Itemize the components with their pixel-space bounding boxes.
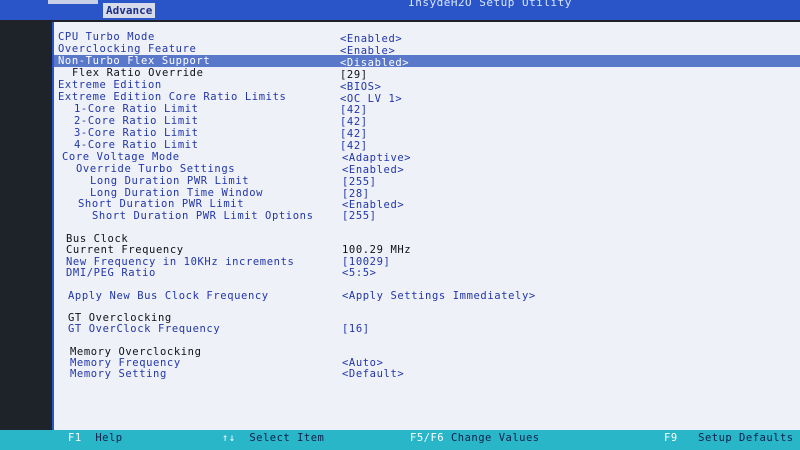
apply-new-bus-clock-label[interactable]: Apply New Bus Clock Frequency [68,290,269,302]
short-duration-pwr-limit-label[interactable]: Short Duration PWR Limit [78,198,244,210]
apply-new-bus-clock-value[interactable]: <Apply Settings Immediately> [342,290,536,302]
1-core-ratio-limit-value[interactable]: [42] [340,104,368,116]
long-duration-pwr-limit-value[interactable]: [255] [342,176,377,188]
override-turbo-settings-label[interactable]: Override Turbo Settings [76,163,235,175]
help-select-item: ↑↓ Select Item [222,432,324,444]
core-voltage-mode-value[interactable]: <Adaptive> [342,152,411,164]
select-item-label: Select Item [249,432,325,444]
tab-advance[interactable]: Advance [103,3,156,18]
extreme-edition-label[interactable]: Extreme Edition [58,79,162,91]
change-values-label: Change Values [450,432,540,444]
tab-main[interactable] [48,0,98,4]
help-f1: F1 Help [68,432,123,444]
short-duration-pwr-limit-options-label[interactable]: Short Duration PWR Limit Options [92,210,314,222]
help-bar: F1 Help ↑↓ Select Item F5/F6 Change Valu… [0,430,800,450]
flex-ratio-override-label[interactable]: Flex Ratio Override [72,67,204,79]
non-turbo-flex-support-label[interactable]: Non-Turbo Flex Support [58,55,210,67]
f9-key: F9 [664,432,678,444]
panel-border [52,22,54,430]
f1-key: F1 [68,432,82,444]
f1-label: Help [95,432,123,444]
dmi-peg-ratio-value[interactable]: <5:5> [342,267,377,279]
up-down-arrows-icon: ↑↓ [222,432,236,444]
help-change-values: F5/F6 Change Values [410,432,540,444]
extreme-edition-value[interactable]: <BIOS> [340,81,382,93]
dmi-peg-ratio-label[interactable]: DMI/PEG Ratio [66,267,156,279]
setup-defaults-label: Setup Defaults [698,432,794,444]
3-core-ratio-limit-value[interactable]: [42] [340,128,368,140]
2-core-ratio-limit-value[interactable]: [42] [340,116,368,128]
overclocking-feature-label[interactable]: Overclocking Feature [58,43,196,55]
core-voltage-mode-label[interactable]: Core Voltage Mode [62,151,180,163]
memory-setting-label[interactable]: Memory Setting [70,368,167,380]
help-setup-defaults: F9 Setup Defaults [664,432,794,444]
cpu-turbo-mode-label[interactable]: CPU Turbo Mode [58,31,155,43]
current-frequency-label: Current Frequency [66,244,184,256]
4-core-ratio-limit-value[interactable]: [42] [340,140,368,152]
f5-f6-key: F5/F6 [410,432,445,444]
cpu-turbo-mode-value[interactable]: <Enabled> [340,33,402,45]
override-turbo-settings-value[interactable]: <Enabled> [342,164,404,176]
flex-ratio-override-value[interactable]: [29] [340,69,368,81]
non-turbo-flex-support-value[interactable]: <Disabled> [340,57,409,69]
1-core-ratio-limit-label[interactable]: 1-Core Ratio Limit [74,103,199,115]
overclocking-feature-value[interactable]: <Enable> [340,45,395,57]
2-core-ratio-limit-label[interactable]: 2-Core Ratio Limit [74,115,199,127]
long-duration-pwr-limit-label[interactable]: Long Duration PWR Limit [90,175,249,187]
current-frequency-value: 100.29 MHz [342,244,412,256]
gt-overclock-frequency-label[interactable]: GT OverClock Frequency [68,323,220,335]
short-duration-pwr-limit-options-value[interactable]: [255] [342,210,377,222]
extreme-edition-core-ratio-limits-label[interactable]: Extreme Edition Core Ratio Limits [58,91,286,103]
3-core-ratio-limit-label[interactable]: 3-Core Ratio Limit [74,127,199,139]
gt-overclock-frequency-value[interactable]: [16] [342,323,370,335]
app-title: InsydeH2O Setup Utility [408,0,572,9]
memory-setting-value[interactable]: <Default> [342,368,404,380]
4-core-ratio-limit-label[interactable]: 4-Core Ratio Limit [74,139,199,151]
